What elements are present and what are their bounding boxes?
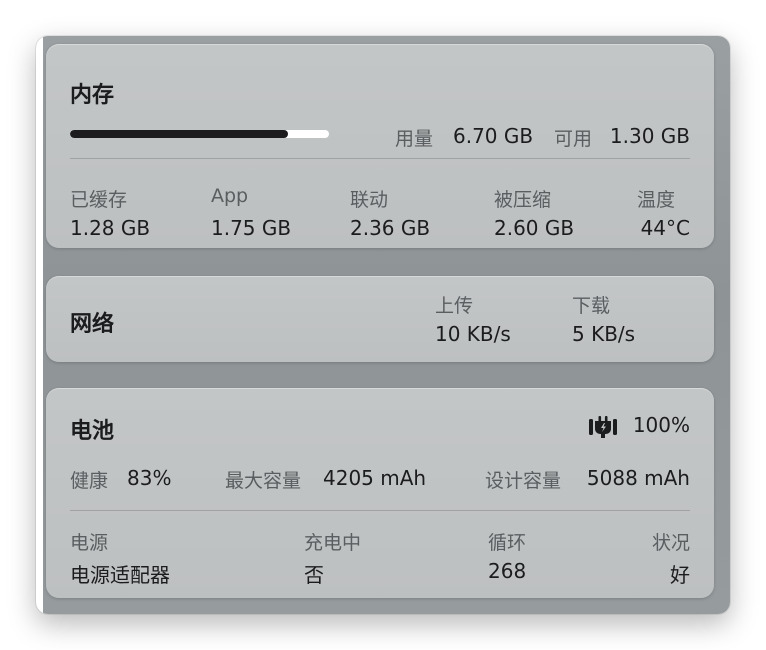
plug-icon <box>589 416 617 438</box>
memory-card[interactable]: 内存 用量 6.70 GB 可用 1.30 GB 已缓存 1.28 GB App… <box>46 44 714 248</box>
memory-stat-label: 被压缩 <box>494 189 552 211</box>
memory-stat-label: 温度 <box>637 189 676 211</box>
download-label: 下载 <box>572 295 611 317</box>
battery-percent: 100% <box>632 413 690 437</box>
power-source-value: 电源适配器 <box>70 563 170 587</box>
design-capacity-label: 设计容量 <box>485 470 562 492</box>
memory-divider <box>70 158 690 159</box>
memory-available-label: 可用 <box>554 128 593 150</box>
memory-stat-value: 1.28 GB <box>70 216 151 240</box>
memory-available-value: 1.30 GB <box>609 124 690 148</box>
battery-health-value: 83% <box>127 466 172 490</box>
cycle-count-value: 268 <box>488 559 527 583</box>
memory-title: 内存 <box>70 83 115 108</box>
battery-health-label: 健康 <box>70 470 109 492</box>
memory-stat-label: 已缓存 <box>70 189 128 211</box>
memory-stat-value: 1.75 GB <box>211 216 292 240</box>
stats-panel-window: 内存 用量 6.70 GB 可用 1.30 GB 已缓存 1.28 GB App… <box>36 36 730 614</box>
condition-label: 状况 <box>651 532 690 554</box>
memory-stat-value: 2.36 GB <box>350 216 431 240</box>
max-capacity-value: 4205 mAh <box>323 466 427 490</box>
cycle-count-label: 循环 <box>488 532 527 554</box>
memory-usage-bar <box>70 130 329 138</box>
memory-stat-label: 联动 <box>350 189 389 211</box>
power-source-label: 电源 <box>70 532 109 554</box>
network-card[interactable]: 网络 上传 10 KB/s 下载 5 KB/s <box>46 276 714 362</box>
memory-used-label: 用量 <box>395 128 434 150</box>
charging-value: 否 <box>304 563 324 587</box>
charging-label: 充电中 <box>304 532 362 554</box>
memory-usage-bar-fill <box>70 130 288 138</box>
download-value: 5 KB/s <box>572 322 636 346</box>
memory-stat-value: 2.60 GB <box>494 216 575 240</box>
battery-title: 电池 <box>70 419 115 444</box>
condition-value: 好 <box>670 563 690 587</box>
design-capacity-value: 5088 mAh <box>586 466 690 490</box>
network-title: 网络 <box>70 312 115 337</box>
max-capacity-label: 最大容量 <box>225 470 302 492</box>
memory-used-value: 6.70 GB <box>453 124 534 148</box>
battery-divider <box>70 510 690 511</box>
upload-value: 10 KB/s <box>435 322 511 346</box>
upload-label: 上传 <box>435 295 474 317</box>
memory-stat-label: App <box>211 185 249 207</box>
memory-stat-value: 44°C <box>640 216 690 240</box>
battery-card[interactable]: 电池 100% 健康 83% 最大容量 4205 mAh 设计容量 5088 m… <box>46 388 714 598</box>
